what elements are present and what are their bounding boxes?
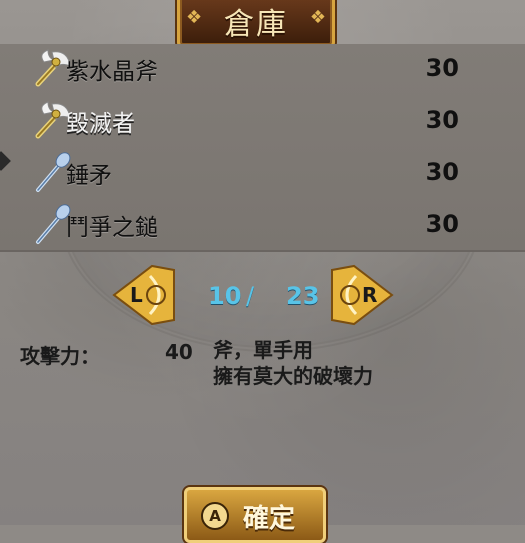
item-list: 紫水晶斧 30 毀滅者 30 錘矛 30 鬥爭之鎚 30	[0, 44, 525, 252]
description-line: 擁有莫大的破壞力	[213, 364, 373, 388]
title-plaque: ❖ 倉庫 ❖	[177, 0, 335, 48]
item-quantity: 30	[425, 158, 459, 186]
item-quantity: 30	[425, 54, 459, 82]
list-item-selected[interactable]: 毀滅者 30	[0, 96, 525, 148]
plaque-ornament-left-icon: ❖	[186, 7, 203, 28]
attack-value: 40	[165, 340, 193, 364]
page-title: 倉庫	[224, 7, 288, 42]
item-name: 毀滅者	[66, 111, 135, 137]
a-button-icon: A	[201, 502, 229, 530]
confirm-label: 確定	[243, 504, 296, 534]
page-separator: /	[246, 282, 255, 310]
attack-label: 攻擊力：	[20, 344, 100, 368]
item-description: 斧，單手用 擁有莫大的破壞力	[213, 337, 373, 389]
pager: L 10 / 23 R	[0, 260, 525, 336]
prev-page-button[interactable]: L	[112, 262, 176, 328]
list-item[interactable]: 鬥爭之鎚 30	[0, 200, 525, 252]
list-item[interactable]: 錘矛 30	[0, 148, 525, 200]
description-line: 斧，單手用	[213, 338, 313, 362]
plaque-ornament-right-icon: ❖	[309, 7, 326, 28]
item-quantity: 30	[425, 210, 459, 238]
confirm-button[interactable]: A 確定	[184, 487, 326, 543]
left-arrow-icon	[112, 264, 175, 326]
page-total: 23	[286, 282, 320, 310]
item-quantity: 30	[425, 106, 459, 134]
item-name: 鬥爭之鎚	[66, 215, 158, 241]
next-page-button[interactable]: R	[330, 262, 394, 328]
list-item[interactable]: 紫水晶斧 30	[0, 44, 525, 96]
item-name: 紫水晶斧	[66, 59, 158, 85]
item-name: 錘矛	[66, 163, 112, 189]
next-page-letter: R	[362, 283, 378, 307]
prev-page-letter: L	[130, 283, 143, 307]
page-current: 10	[208, 282, 242, 310]
